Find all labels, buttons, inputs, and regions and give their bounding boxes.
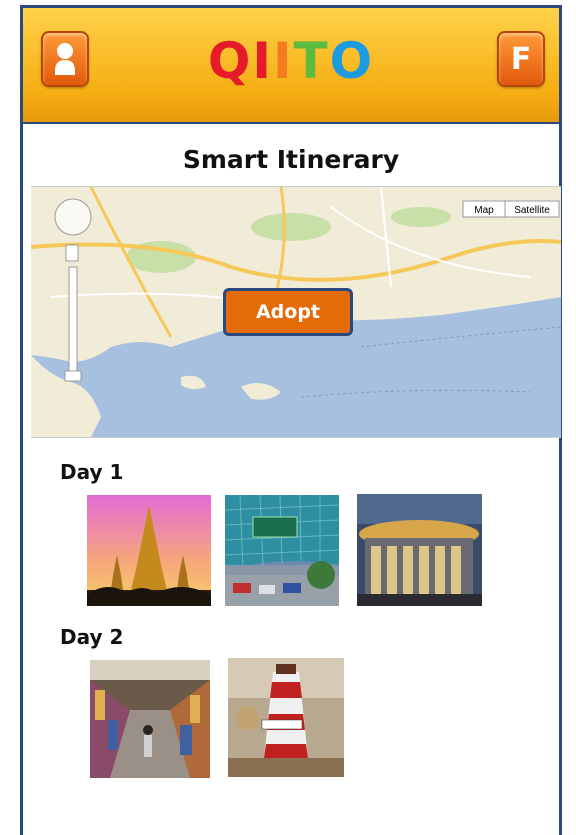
day-heading: Day 1: [60, 460, 124, 484]
lighthouse-photo[interactable]: [228, 658, 344, 777]
logo-letter: O: [329, 32, 375, 90]
logo-letter: T: [293, 32, 330, 90]
map-type-satellite-button[interactable]: Satellite: [514, 205, 550, 216]
app-logo: QIITO: [23, 32, 559, 90]
logo-letter: I: [272, 32, 294, 90]
market-photo[interactable]: [90, 660, 210, 778]
app-frame: QIITO F Smart Itinerary Map Satellite Ad…: [20, 5, 562, 835]
app-header: QIITO F: [23, 8, 559, 124]
mbk-mall-photo[interactable]: [225, 495, 339, 606]
logo-letter: Q: [207, 32, 253, 90]
map-type-map-button[interactable]: Map: [474, 205, 494, 216]
logo-letter: I: [252, 32, 273, 90]
f-button-label: F: [510, 41, 532, 77]
temple-photo[interactable]: [87, 495, 211, 606]
f-button[interactable]: F: [497, 31, 545, 87]
page-title: Smart Itinerary: [182, 145, 400, 174]
adopt-button[interactable]: Adopt: [223, 288, 353, 336]
shopping-mall-photo[interactable]: [357, 494, 482, 606]
day-heading: Day 2: [60, 625, 124, 649]
